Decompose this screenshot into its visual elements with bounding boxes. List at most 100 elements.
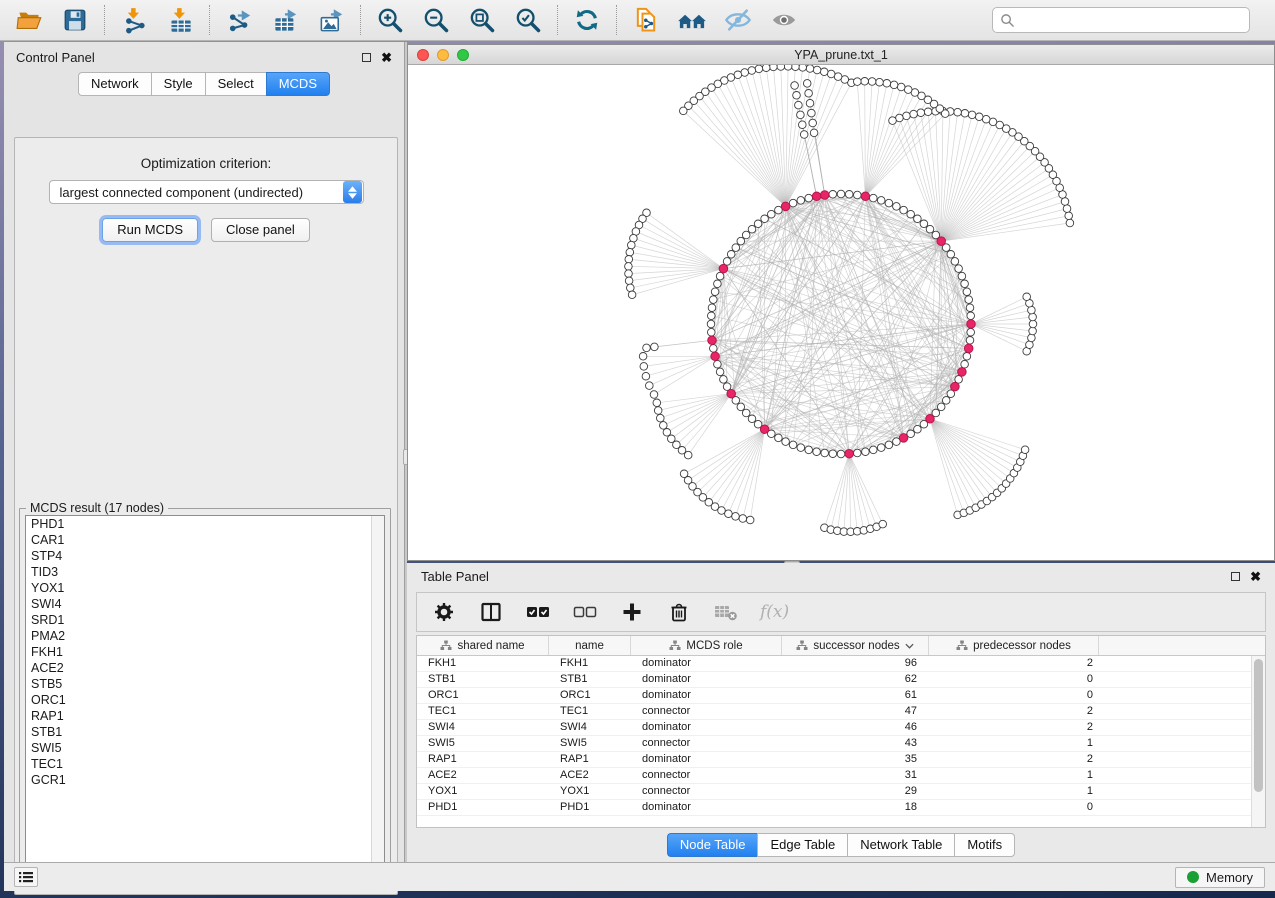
network-node[interactable] (640, 363, 648, 371)
network-node[interactable] (625, 277, 633, 285)
network-node[interactable] (651, 343, 659, 351)
network-node[interactable] (903, 112, 911, 120)
network-node[interactable] (924, 108, 932, 116)
network-dominator-node[interactable] (781, 202, 790, 211)
show-columns-button[interactable] (478, 599, 504, 625)
network-node[interactable] (748, 225, 756, 233)
criterion-select[interactable]: largest connected component (undirected) (49, 180, 364, 204)
table-cell-mcds_role[interactable]: connector (631, 736, 782, 751)
table-cell-successor_nodes[interactable]: 35 (782, 752, 929, 767)
network-dominator-node[interactable] (820, 191, 829, 200)
table-row[interactable]: ORC1ORC1dominator610 (417, 688, 1251, 704)
network-node[interactable] (955, 265, 963, 273)
table-cell-name[interactable]: STB1 (549, 672, 631, 687)
mcds-result-item[interactable]: CAR1 (26, 532, 384, 548)
network-node[interactable] (732, 513, 740, 521)
network-node[interactable] (1029, 313, 1037, 321)
network-node[interactable] (967, 312, 975, 320)
mcds-result-item[interactable]: TEC1 (26, 756, 384, 772)
network-dominator-node[interactable] (967, 320, 976, 329)
network-node[interactable] (897, 83, 905, 91)
network-node[interactable] (963, 353, 971, 361)
network-node[interactable] (795, 101, 803, 109)
network-dominator-node[interactable] (711, 352, 720, 361)
network-node[interactable] (711, 288, 719, 296)
open-session-button[interactable] (14, 5, 44, 35)
network-dominator-node[interactable] (958, 368, 967, 377)
network-node[interactable] (837, 450, 845, 458)
task-history-button[interactable] (14, 867, 38, 887)
select-all-button[interactable] (525, 599, 551, 625)
network-node[interactable] (885, 441, 893, 449)
table-cell-successor_nodes[interactable]: 29 (782, 784, 929, 799)
network-node[interactable] (768, 210, 776, 218)
network-node[interactable] (680, 107, 688, 115)
hide-selected-button[interactable] (723, 5, 753, 35)
network-node[interactable] (829, 191, 837, 199)
function-builder-button[interactable]: f(x) (760, 602, 789, 622)
mcds-result-item[interactable]: RAP1 (26, 708, 384, 724)
table-cell-predecessor_nodes[interactable]: 1 (929, 768, 1099, 783)
deselect-all-button[interactable] (572, 599, 598, 625)
network-node[interactable] (820, 68, 828, 76)
network-node[interactable] (813, 66, 821, 74)
search-input[interactable] (992, 7, 1250, 33)
network-node[interactable] (762, 65, 770, 72)
network-node[interactable] (741, 69, 749, 77)
network-node[interactable] (845, 191, 853, 199)
network-node[interactable] (737, 403, 745, 411)
import-table-button[interactable] (165, 5, 195, 35)
duplicate-network-button[interactable] (631, 5, 661, 35)
network-canvas[interactable] (408, 65, 1274, 560)
network-node[interactable] (862, 448, 870, 456)
network-node[interactable] (975, 113, 983, 121)
network-node[interactable] (720, 376, 728, 384)
network-node[interactable] (708, 304, 716, 312)
network-node[interactable] (805, 90, 813, 98)
table-cell-shared_name[interactable]: RAP1 (417, 752, 549, 767)
network-node[interactable] (809, 119, 817, 127)
table-cell-predecessor_nodes[interactable]: 1 (929, 736, 1099, 751)
table-cell-successor_nodes[interactable]: 61 (782, 688, 929, 703)
network-node[interactable] (708, 328, 716, 336)
network-node[interactable] (1029, 320, 1037, 328)
network-node[interactable] (870, 446, 878, 454)
table-cell-name[interactable]: ACE2 (549, 768, 631, 783)
mcds-result-item[interactable]: ORC1 (26, 692, 384, 708)
network-node[interactable] (627, 284, 635, 292)
column-header-predecessor-nodes[interactable]: predecessor nodes (929, 636, 1099, 655)
network-node[interactable] (879, 520, 887, 528)
tab-motifs[interactable]: Motifs (954, 833, 1015, 857)
network-node[interactable] (684, 451, 692, 459)
network-node[interactable] (900, 206, 908, 214)
network-dominator-node[interactable] (861, 192, 870, 201)
network-node[interactable] (963, 288, 971, 296)
network-node[interactable] (639, 353, 647, 361)
table-row[interactable]: YOX1YOX1connector291 (417, 784, 1251, 800)
table-cell-shared_name[interactable]: ORC1 (417, 688, 549, 703)
network-node[interactable] (917, 109, 925, 117)
mcds-result-item[interactable]: SWI5 (26, 740, 384, 756)
network-node[interactable] (961, 110, 969, 118)
network-node[interactable] (708, 312, 716, 320)
network-node[interactable] (754, 220, 762, 228)
table-cell-predecessor_nodes[interactable]: 1 (929, 784, 1099, 799)
network-node[interactable] (784, 65, 792, 70)
table-cell-predecessor_nodes[interactable]: 2 (929, 704, 1099, 719)
table-cell-mcds_role[interactable]: connector (631, 704, 782, 719)
network-node[interactable] (1029, 327, 1037, 335)
network-node[interactable] (797, 444, 805, 452)
network-node[interactable] (710, 296, 718, 304)
network-node[interactable] (829, 450, 837, 458)
export-image-button[interactable] (316, 5, 346, 35)
network-node[interactable] (806, 65, 814, 72)
network-node[interactable] (806, 99, 814, 107)
network-node[interactable] (646, 382, 654, 390)
network-node[interactable] (982, 115, 990, 123)
show-all-button[interactable] (769, 5, 799, 35)
network-dominator-node[interactable] (926, 415, 935, 424)
network-node[interactable] (791, 82, 799, 90)
network-node[interactable] (642, 372, 650, 380)
table-cell-shared_name[interactable]: FKH1 (417, 656, 549, 671)
network-node[interactable] (958, 272, 966, 280)
